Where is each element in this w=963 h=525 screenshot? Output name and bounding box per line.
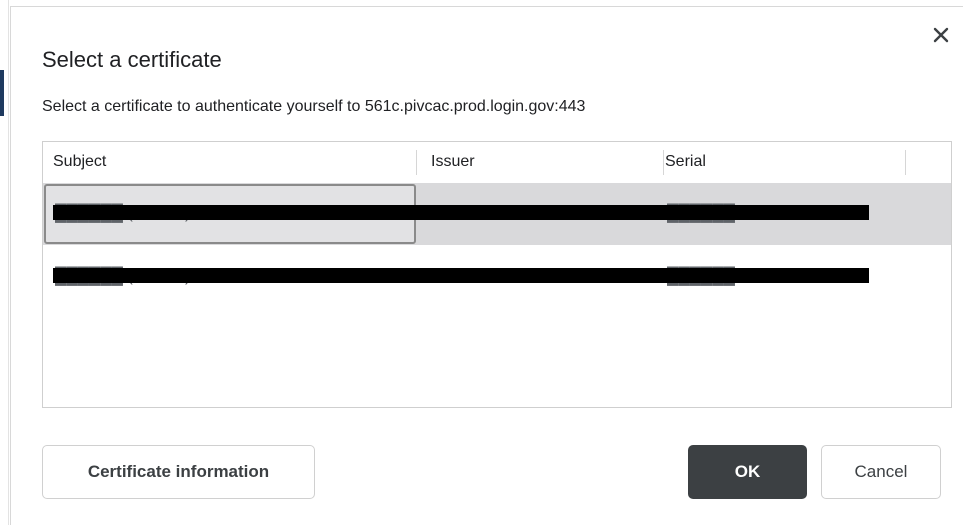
dialog-title: Select a certificate (42, 47, 222, 72)
background-divider (8, 0, 9, 525)
close-icon (933, 27, 949, 43)
redaction-bar (53, 268, 869, 283)
table-row[interactable]: ██████ (Affiliate) Entrust ██████ (43, 183, 951, 245)
select-certificate-dialog: Select a certificate Select a certificat… (10, 6, 963, 525)
column-header-subject[interactable]: Subject (53, 142, 106, 182)
table-header: Subject Issuer Serial (43, 142, 951, 182)
dialog-subtitle: Select a certificate to authenticate you… (42, 98, 586, 115)
certificate-information-button[interactable]: Certificate information (42, 445, 315, 499)
column-separator[interactable] (905, 150, 906, 175)
column-separator[interactable] (416, 150, 417, 175)
page: Select a certificate Select a certificat… (0, 0, 963, 525)
cancel-button[interactable]: Cancel (821, 445, 941, 499)
background-accent-bar (0, 70, 4, 116)
close-button[interactable] (929, 23, 953, 47)
column-header-serial[interactable]: Serial (665, 142, 706, 182)
column-header-issuer[interactable]: Issuer (431, 142, 475, 182)
table-row[interactable]: ██████ (Affiliate) Entrust ██████ (43, 246, 951, 308)
certificate-table: Subject Issuer Serial ██████ (Affiliate)… (42, 141, 952, 408)
redaction-bar (53, 205, 869, 220)
ok-button[interactable]: OK (688, 445, 807, 499)
column-separator[interactable] (663, 150, 664, 175)
